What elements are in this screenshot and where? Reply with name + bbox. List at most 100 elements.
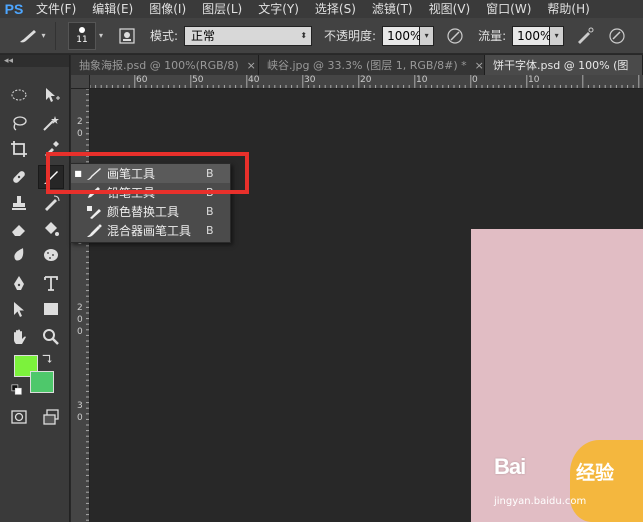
menu-edit[interactable]: 编辑(E)	[84, 1, 141, 17]
ruler-label: 0	[77, 129, 83, 139]
quick-mask-button[interactable]	[6, 405, 32, 429]
tab-document-active[interactable]: 饼干字体.psd @ 100% (图	[485, 55, 643, 75]
magic-wand-icon	[43, 116, 59, 131]
stamp-icon	[12, 196, 26, 210]
toolbox: ◂◂	[0, 55, 70, 522]
airbrush-toggle[interactable]	[574, 25, 596, 47]
menu-filter[interactable]: 滤镜(T)	[364, 1, 421, 17]
swap-colors-button[interactable]	[40, 351, 54, 365]
arrow-pointer-icon	[14, 302, 24, 317]
ruler-label: 2	[77, 117, 83, 127]
watermark-url: jingyan.baidu.com	[494, 496, 587, 507]
lasso-icon	[13, 116, 27, 131]
menu-file[interactable]: 文件(F)	[28, 1, 84, 17]
tab-document[interactable]: 峡谷.jpg @ 33.3% (图层 1, RGB/8#) * ×	[259, 55, 485, 75]
ruler-label: 0	[77, 327, 83, 337]
paint-bucket-tool[interactable]	[38, 217, 64, 241]
brush-panel-toggle[interactable]	[116, 25, 138, 47]
menu-item-label: 颜色替换工具	[107, 205, 180, 219]
clone-stamp-tool[interactable]	[6, 191, 32, 215]
path-selection-tool[interactable]	[6, 297, 32, 321]
toolbox-collapse[interactable]: ◂◂	[0, 55, 69, 67]
chevron-down-icon: ▾	[41, 31, 46, 40]
brush-panel-icon	[119, 27, 135, 44]
paint-bucket-icon	[45, 222, 59, 236]
flow-input[interactable]: 100%	[512, 25, 551, 46]
sponge-tool[interactable]	[38, 243, 64, 267]
updown-icon: ⬍	[300, 31, 308, 40]
healing-brush-tool[interactable]	[6, 165, 32, 189]
menu-image[interactable]: 图像(I)	[141, 1, 194, 17]
close-icon[interactable]: ×	[247, 59, 256, 72]
drop-icon	[14, 248, 24, 261]
tab-label: 饼干字体.psd @ 100% (图	[493, 59, 629, 72]
pen-tool[interactable]	[6, 271, 32, 295]
ruler-label: 2	[77, 303, 83, 313]
menu-item-mixer-brush-tool[interactable]: 混合器画笔工具 B	[71, 221, 230, 240]
menu-item-label: 混合器画笔工具	[107, 224, 192, 238]
eraser-tool[interactable]	[6, 217, 32, 241]
pressure-size-icon	[609, 27, 625, 44]
brush-preset-dropdown[interactable]: ▾	[96, 22, 106, 50]
move-icon	[46, 88, 60, 102]
ruler-label: 3	[77, 401, 83, 411]
ruler-label: 20	[360, 75, 372, 85]
history-brush-icon	[45, 195, 60, 211]
magnifier-icon	[43, 329, 59, 345]
marquee-icon	[11, 89, 27, 101]
mode-value: 正常	[191, 29, 216, 43]
quick-mask-icon	[11, 410, 27, 424]
pressure-size-toggle[interactable]	[606, 25, 628, 47]
menu-layer[interactable]: 图层(L)	[194, 1, 250, 17]
menu-window[interactable]: 窗口(W)	[478, 1, 539, 17]
menu-help[interactable]: 帮助(H)	[539, 1, 597, 17]
blur-tool[interactable]	[6, 243, 32, 267]
ruler-horizontal[interactable]: 60 50 40 30 20 10 0 10	[90, 75, 643, 89]
ruler-label: 10	[528, 75, 540, 85]
rectangle-tool[interactable]	[38, 297, 64, 321]
lasso-tool[interactable]	[6, 111, 32, 135]
tool-preset-picker[interactable]: ▾	[8, 21, 56, 50]
type-tool[interactable]	[38, 271, 64, 295]
menu-view[interactable]: 视图(V)	[421, 1, 479, 17]
menu-type[interactable]: 文字(Y)	[250, 1, 307, 17]
ruler-origin[interactable]	[71, 75, 90, 89]
menu-select[interactable]: 选择(S)	[307, 1, 364, 17]
flow-dropdown[interactable]: ▾	[550, 25, 565, 46]
opacity-label: 不透明度:	[324, 29, 377, 43]
zoom-tool[interactable]	[38, 325, 64, 349]
marquee-tool[interactable]	[6, 83, 32, 107]
pressure-opacity-toggle[interactable]	[444, 25, 466, 47]
screen-mode-button[interactable]	[38, 405, 64, 429]
default-colors-button[interactable]	[10, 383, 24, 397]
ruler-label: 0	[77, 413, 83, 423]
crop-tool[interactable]	[6, 137, 32, 161]
move-tool[interactable]	[38, 83, 64, 107]
app-logo: PS	[4, 1, 24, 17]
close-icon[interactable]: ×	[475, 59, 484, 72]
opacity-input[interactable]: 100%	[382, 25, 421, 46]
hand-tool[interactable]	[6, 325, 32, 349]
pressure-opacity-icon	[447, 27, 463, 44]
tab-document[interactable]: 抽象海报.psd @ 100%(RGB/8) ×	[71, 55, 259, 75]
opacity-dropdown[interactable]: ▾	[420, 25, 435, 46]
watermark: Bai 经验 jingyan.baidu.com	[490, 440, 643, 522]
mode-label: 模式:	[150, 29, 179, 43]
brush-preset-picker[interactable]: 11	[68, 21, 96, 50]
ruler-label: 0	[77, 315, 83, 325]
color-replacement-icon	[85, 204, 105, 220]
watermark-brand: Bai	[494, 454, 526, 479]
magic-wand-tool[interactable]	[38, 111, 64, 135]
brush-icon	[20, 29, 37, 42]
mode-select[interactable]: 正常 ⬍	[184, 25, 313, 46]
highlight-annotation	[46, 152, 249, 194]
menu-bar: PS 文件(F) 编辑(E) 图像(I) 图层(L) 文字(Y) 选择(S) 滤…	[0, 0, 643, 18]
history-brush-tool[interactable]	[38, 191, 64, 215]
flow-label: 流量:	[478, 29, 507, 43]
screen-mode-icon	[43, 409, 59, 425]
type-icon	[44, 276, 58, 291]
menu-item-color-replacement-tool[interactable]: 颜色替换工具 B	[71, 202, 230, 221]
mixer-brush-icon	[85, 223, 105, 239]
background-color-swatch[interactable]	[30, 371, 54, 393]
watermark-brand-mid: 经验	[576, 462, 615, 484]
